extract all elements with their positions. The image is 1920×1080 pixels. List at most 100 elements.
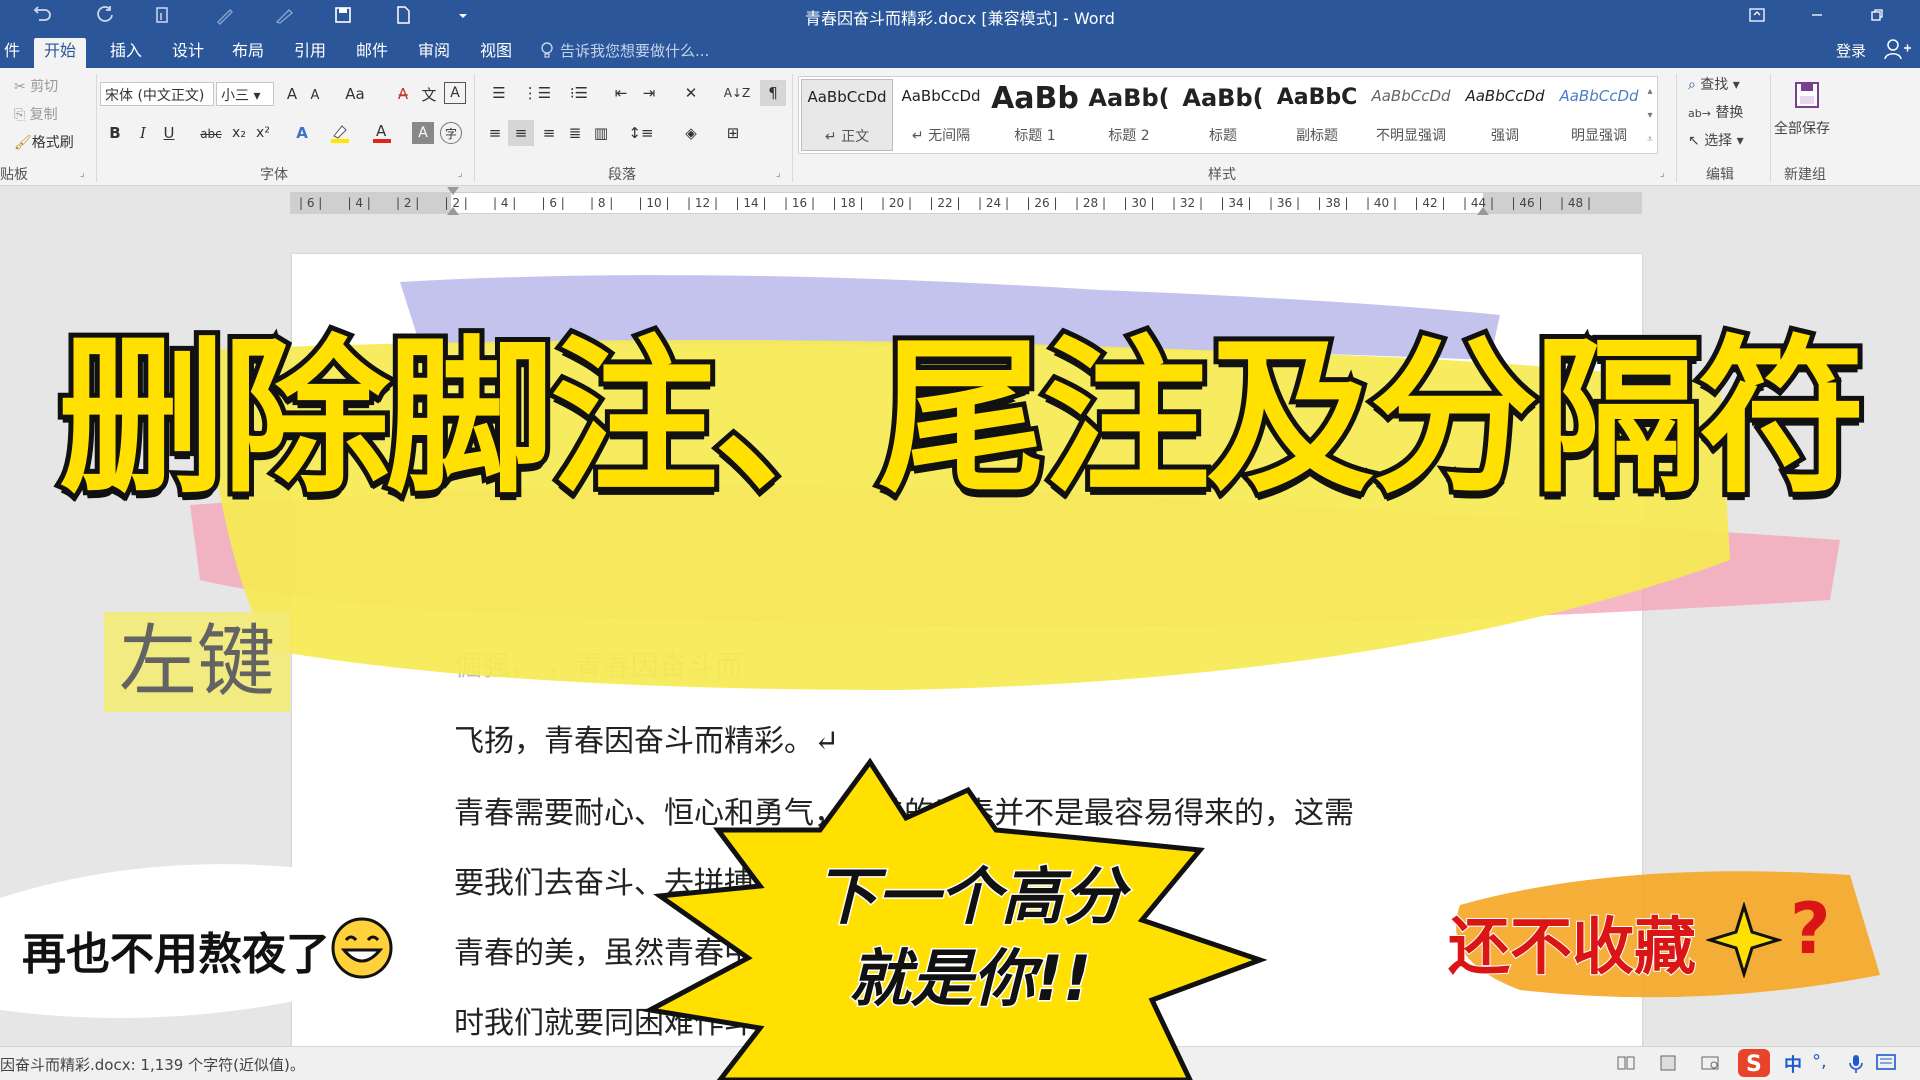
phonetic-guide-icon[interactable]: 文 — [418, 84, 440, 104]
chinese-layout-icon[interactable]: ✕ — [676, 82, 706, 104]
sort-icon[interactable]: A↓Z — [724, 82, 750, 104]
style-no-spacing[interactable]: AaBbCcDd ↵ 无间隔 — [895, 79, 987, 151]
restore-icon[interactable] — [1854, 0, 1900, 30]
dialog-launcher-icon[interactable]: ⌟ — [776, 168, 781, 179]
tab-file[interactable]: 件 — [0, 38, 30, 68]
italic-icon[interactable]: I — [132, 122, 154, 144]
style-title[interactable]: AaBb( 标题 — [1177, 79, 1269, 151]
ruler-number: | 4 | — [347, 196, 371, 210]
save-all-icon[interactable] — [1790, 78, 1824, 112]
change-case-icon[interactable]: Aa — [340, 84, 370, 104]
format-painter-button[interactable]: 🖌格式刷 — [14, 132, 74, 152]
ruler-number: | 34 | — [1220, 196, 1252, 210]
find-button[interactable]: ⌕ 查找 ▾ — [1688, 74, 1740, 94]
left-indent-marker[interactable] — [447, 207, 459, 215]
style-emphasis[interactable]: AaBbCcDd 强调 — [1459, 79, 1551, 151]
tab-design[interactable]: 设计 — [162, 38, 214, 68]
underline-icon[interactable]: U — [158, 122, 180, 144]
tab-layout[interactable]: 布局 — [222, 38, 274, 68]
ruler-number: | 38 | — [1317, 196, 1349, 210]
font-size-combo[interactable]: 小三 ▾ — [216, 82, 274, 106]
replace-label: 替换 — [1715, 105, 1744, 121]
numbering-icon[interactable]: ⋮☰ — [522, 82, 552, 104]
style-sample: AaBb — [991, 81, 1079, 116]
replace-button[interactable]: ab→ 替换 — [1688, 102, 1743, 122]
bullets-icon[interactable]: ☰ — [484, 82, 514, 104]
brush-icon: 🖌 — [14, 135, 32, 151]
keyboard-icon[interactable] — [1876, 1053, 1896, 1075]
grow-font-icon[interactable]: A — [282, 84, 302, 104]
microphone-icon[interactable] — [1848, 1053, 1864, 1079]
multilevel-list-icon[interactable]: ⁝☰ — [562, 82, 596, 104]
enclose-characters-icon[interactable]: 字 — [440, 122, 462, 144]
minimize-icon[interactable] — [1794, 0, 1840, 30]
ime-mode-label[interactable]: 中 — [1784, 1051, 1802, 1077]
font-color-icon[interactable]: A — [370, 122, 394, 144]
ruler-number: | 32 | — [1172, 196, 1203, 210]
gallery-down-icon[interactable]: ▾ — [1643, 103, 1657, 127]
align-center-icon[interactable]: ≡ — [508, 120, 534, 146]
distributed-icon[interactable]: ▥ — [590, 122, 612, 144]
gallery-more-icon[interactable]: ⩡ — [1643, 127, 1657, 151]
word-count-status[interactable]: 因奋斗而精彩.docx: 1,139 个字符(近似值)。 — [0, 1054, 305, 1075]
style-sample: AaBb( — [1088, 84, 1170, 112]
justify-icon[interactable]: ≣ — [564, 122, 586, 144]
text-effects-icon[interactable]: A — [290, 122, 314, 144]
font-family-combo[interactable]: 宋体 (中文正文) — [100, 82, 214, 106]
tab-insert[interactable]: 插入 — [100, 38, 152, 68]
shrink-font-icon[interactable]: A — [306, 86, 324, 104]
highlight-color-icon[interactable] — [328, 122, 352, 144]
character-border-icon[interactable]: A — [444, 82, 466, 104]
share-user-icon[interactable] — [1884, 38, 1912, 60]
tab-references[interactable]: 引用 — [284, 38, 336, 68]
ruler-number: | 48 | — [1560, 196, 1591, 210]
line-spacing-icon[interactable]: ↕≡ — [626, 122, 656, 144]
dialog-launcher-icon[interactable]: ⌟ — [80, 168, 85, 179]
tab-review[interactable]: 审阅 — [408, 38, 460, 68]
decrease-indent-icon[interactable]: ⇤ — [610, 82, 632, 104]
horizontal-ruler[interactable]: | 6 | | 4 | | 2 | | 2 | | 4 | | 6 | | 8 | | 10 … — [290, 187, 1642, 215]
clear-format-icon[interactable]: A̶ — [392, 84, 414, 104]
tell-me-box[interactable]: 告诉我您想要做什么... — [540, 40, 709, 61]
shading-icon[interactable]: ◈ — [676, 122, 706, 144]
subscript-icon[interactable]: x₂ — [228, 122, 250, 144]
style-heading-2[interactable]: AaBb( 标题 2 — [1083, 79, 1175, 151]
cut-button[interactable]: ✂ 剪切 — [14, 76, 58, 96]
dialog-launcher-icon[interactable]: ⌟ — [1660, 168, 1665, 179]
copy-button[interactable]: ⎘ 复制 — [14, 104, 58, 124]
style-subtitle[interactable]: AaBbC 副标题 — [1271, 79, 1363, 151]
align-right-icon[interactable]: ≡ — [538, 122, 560, 144]
show-hide-marks-icon[interactable]: ¶ — [760, 80, 786, 106]
save-all-label[interactable]: 全部保存 — [1774, 118, 1830, 138]
title-bar: 青春因奋斗而精彩.docx [兼容模式] - Word — [0, 0, 1920, 30]
dialog-launcher-icon[interactable]: ⌟ — [458, 168, 463, 179]
style-heading-1[interactable]: AaBb 标题 1 — [989, 79, 1081, 151]
select-button[interactable]: ↖ 选择 ▾ — [1688, 130, 1744, 150]
align-left-icon[interactable]: ≡ — [484, 122, 506, 144]
punctuation-icon[interactable]: °, — [1812, 1051, 1827, 1072]
paragraph-line[interactable]: 飞扬，青春因奋斗而精彩。↵ — [454, 716, 839, 760]
character-shading-icon[interactable]: A — [412, 122, 434, 144]
superscript-icon[interactable]: x² — [252, 122, 274, 144]
gallery-up-icon[interactable]: ▴ — [1643, 79, 1657, 103]
tab-home[interactable]: 开始 — [34, 38, 87, 68]
read-mode-icon[interactable] — [1616, 1053, 1636, 1077]
ruler-number: | 10 | — [638, 196, 670, 210]
style-normal[interactable]: AaBbCcDd ↵ 正文 — [801, 79, 893, 151]
style-intense-emphasis[interactable]: AaBbCcDd 明显强调 — [1553, 79, 1645, 151]
strikethrough-icon[interactable]: abc — [198, 124, 224, 144]
web-layout-icon[interactable] — [1700, 1053, 1720, 1077]
tab-mailings[interactable]: 邮件 — [346, 38, 398, 68]
tab-view[interactable]: 视图 — [470, 38, 522, 68]
ribbon-display-icon[interactable] — [1734, 0, 1780, 30]
style-subtle-emphasis[interactable]: AaBbCcDd 不明显强调 — [1365, 79, 1457, 151]
find-label: 查找 — [1700, 77, 1729, 93]
first-line-indent-marker[interactable] — [447, 187, 459, 195]
sogou-ime-icon[interactable]: S — [1736, 1047, 1772, 1080]
print-layout-icon[interactable] — [1658, 1053, 1678, 1077]
increase-indent-icon[interactable]: ⇥ — [638, 82, 660, 104]
login-link[interactable]: 登录 — [1836, 40, 1866, 61]
borders-icon[interactable]: ⊞ — [718, 122, 748, 144]
right-indent-marker[interactable] — [1477, 207, 1489, 215]
bold-icon[interactable]: B — [104, 122, 126, 144]
